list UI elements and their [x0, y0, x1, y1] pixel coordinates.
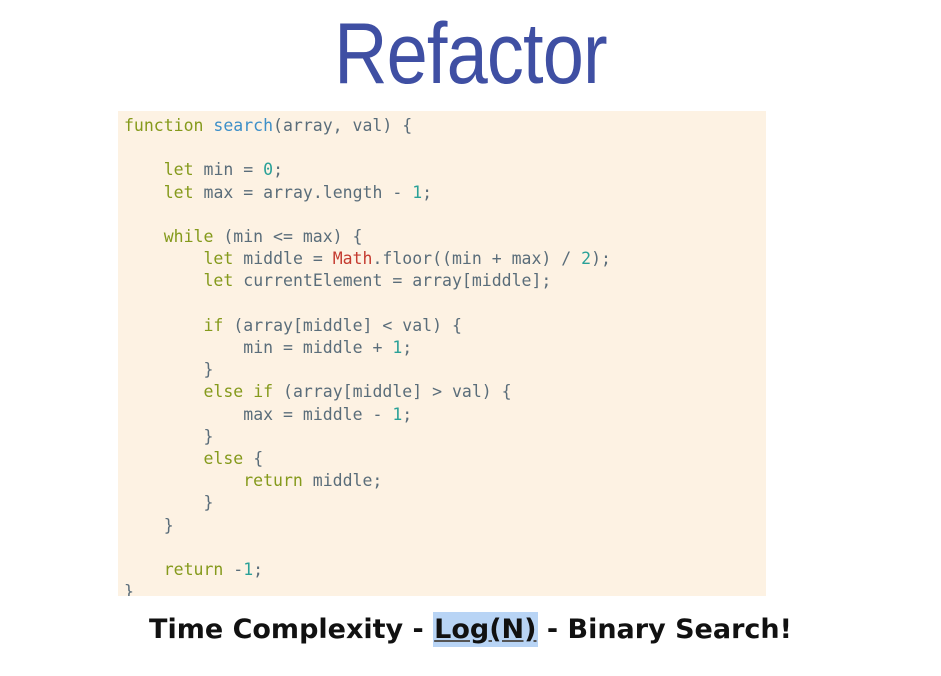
- code-line: let min = 0;: [163, 160, 283, 180]
- code-block: function search(array, val) { let min = …: [118, 111, 766, 596]
- slide-title: Refactor: [334, 6, 608, 102]
- code-line: min = middle + 1;: [243, 338, 413, 358]
- caption-suffix: - Binary Search!: [537, 614, 792, 645]
- code-line: if (array[middle] < val) {: [203, 315, 462, 335]
- code-line: function search(array, val) {: [124, 116, 413, 135]
- code-line: else {: [203, 449, 264, 469]
- time-complexity-caption: Time Complexity - Log(N) - Binary Search…: [0, 608, 941, 652]
- code-line: }: [203, 360, 214, 380]
- code-line: }: [163, 515, 174, 535]
- code-listing: function search(array, val) { let min = …: [124, 115, 611, 596]
- code-line: return -1;: [163, 560, 264, 580]
- code-line: }: [203, 493, 214, 513]
- code-line: let middle = Math.floor((min + max) / 2)…: [203, 249, 611, 269]
- code-line: }: [203, 426, 214, 446]
- caption-highlight: Log(N): [433, 612, 538, 647]
- code-line: let currentElement = array[middle];: [203, 271, 552, 291]
- code-line: while (min <= max) {: [163, 227, 363, 247]
- code-line: return middle;: [243, 471, 383, 491]
- code-line: let max = array.length - 1;: [163, 182, 433, 202]
- code-line: else if (array[middle] > val) {: [203, 382, 512, 402]
- code-line: max = middle - 1;: [243, 404, 413, 424]
- code-line: }: [124, 582, 134, 596]
- caption-prefix: Time Complexity -: [149, 614, 434, 645]
